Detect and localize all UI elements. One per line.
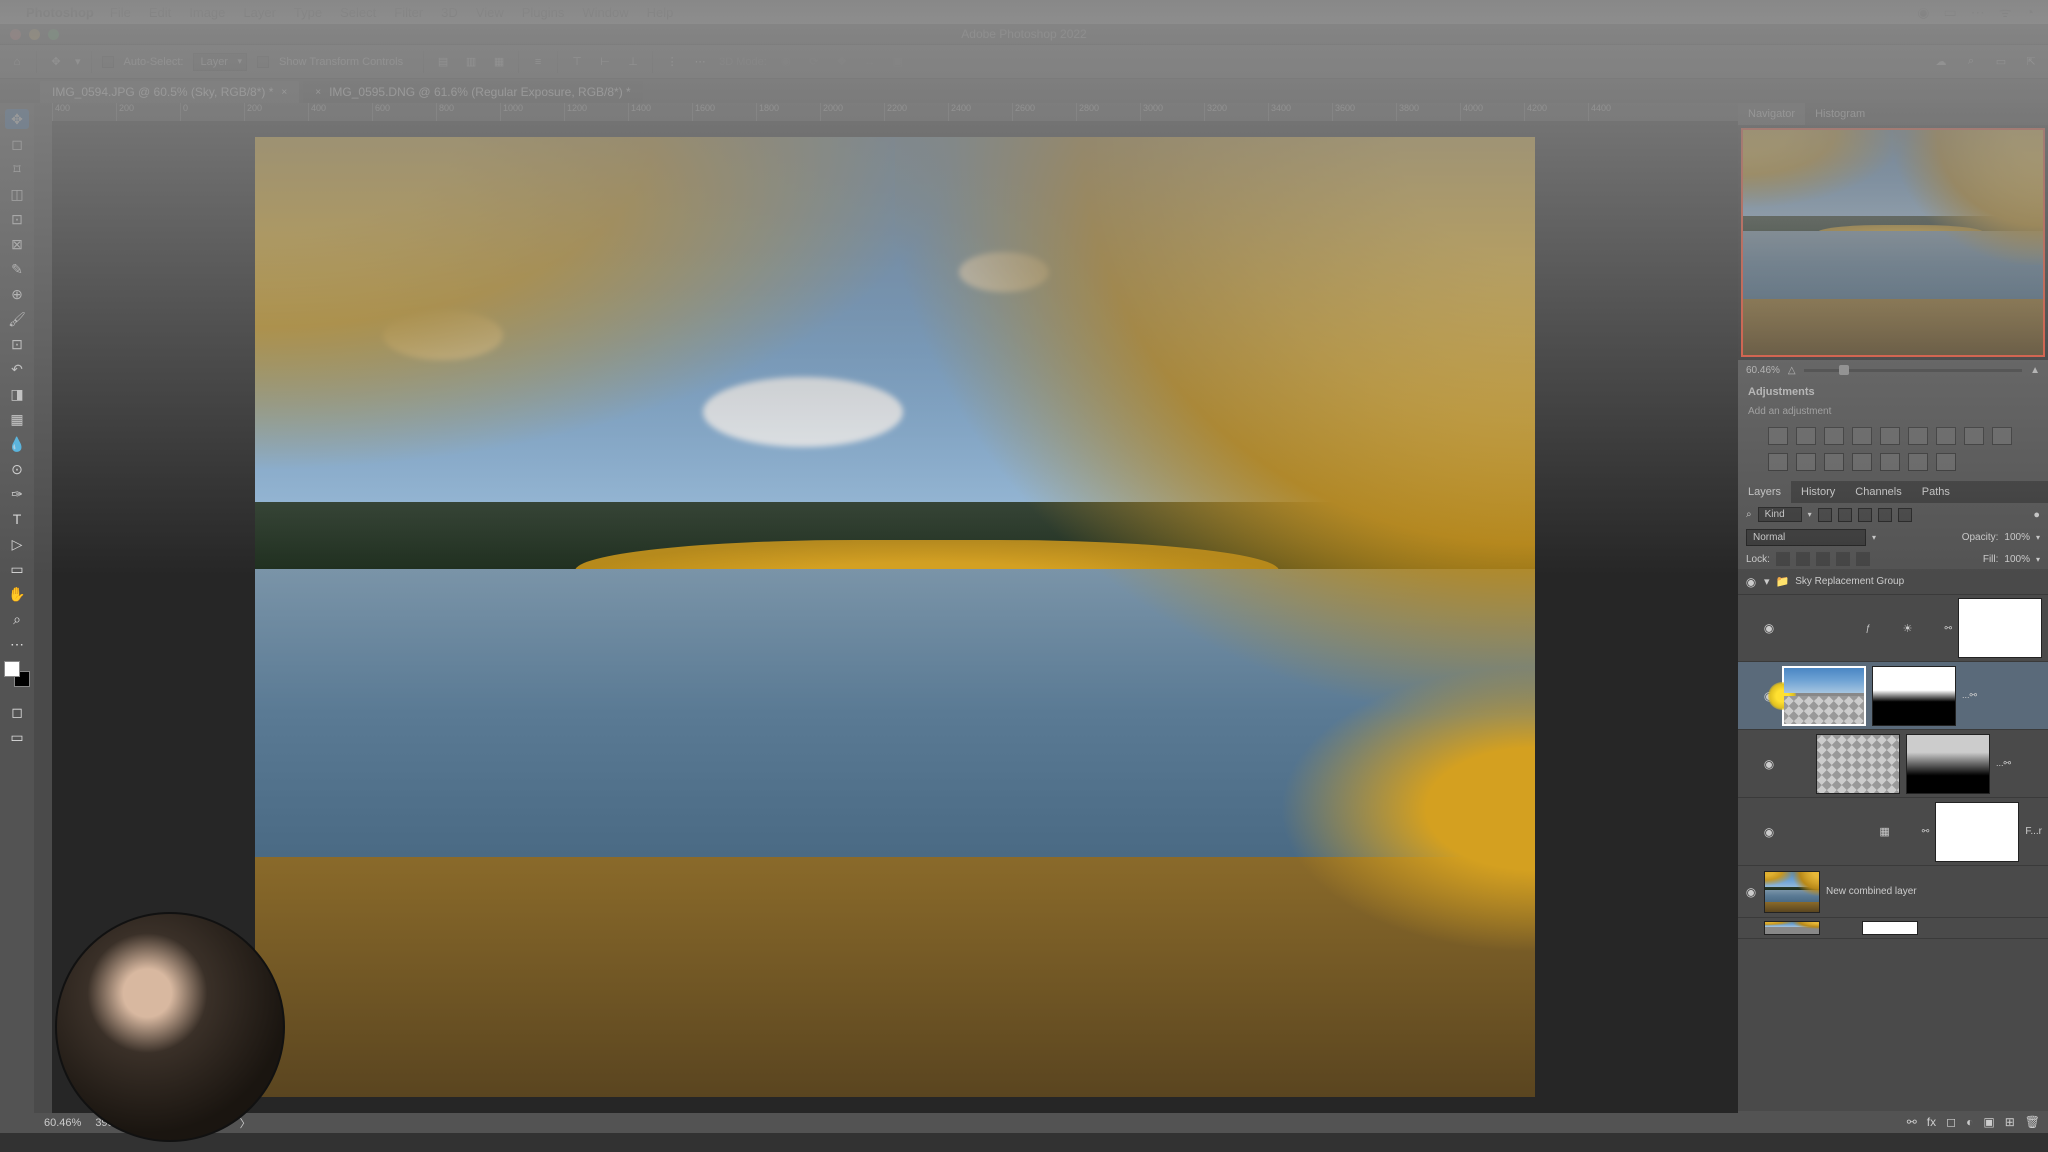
visibility-toggle[interactable]: ◉ (1762, 825, 1776, 839)
layer-combined-row[interactable]: ◉ New combined layer (1738, 866, 2048, 918)
layer-brightness-row[interactable]: ◉ ƒ ☀ ⚯ (1738, 595, 2048, 662)
screen-mode-tool[interactable]: ▭ (5, 727, 29, 747)
link-icon: ⚯ (1944, 623, 1952, 634)
layer-edge-row[interactable]: ◉ ...⚯ (1738, 730, 2048, 798)
foreground-background-colors[interactable] (4, 661, 30, 687)
status-flyout-icon[interactable]: 〉 (240, 1115, 251, 1131)
webcam-overlay (55, 912, 285, 1142)
brightness-icon: ☀ (1903, 622, 1913, 635)
edit-toolbar-icon[interactable]: ⋯ (5, 634, 29, 654)
layer-mask-thumbnail[interactable] (1958, 598, 2042, 658)
new-layer-icon[interactable]: ⊞ (2005, 1115, 2015, 1129)
status-bar: 60.46% 3990 px x 2994 px (72 ppi) 〉 (34, 1113, 1738, 1133)
layer-mask-thumbnail[interactable] (1935, 802, 2019, 862)
layer-thumbnail[interactable] (1782, 666, 1866, 726)
link-icon: ⚯ (1922, 826, 1930, 837)
visibility-toggle[interactable]: ◉ (1762, 689, 1776, 703)
add-mask-icon[interactable]: ◻ (1946, 1115, 1956, 1129)
delete-layer-icon[interactable]: 🗑 (2025, 1115, 2040, 1129)
panels-area: Navigator Histogram 60.46% △ ▲ Adjustmen… (1738, 103, 2048, 1133)
zoom-tool[interactable]: ⌕ (5, 609, 29, 629)
layer-name: F...r (2025, 826, 2042, 837)
quickmask-tool[interactable]: ◻ (5, 702, 29, 722)
visibility-toggle[interactable]: ◉ (1762, 757, 1776, 771)
visibility-toggle[interactable]: ◉ (1744, 885, 1758, 899)
layers-list[interactable]: ◉ ▾ 📁 Sky Replacement Group ◉ ƒ ☀ ⚯ ◉ (1738, 569, 2048, 1111)
layer-sky-row[interactable]: ◉ ...⚯ (1738, 662, 2048, 730)
visibility-toggle[interactable]: ◉ (1744, 575, 1758, 589)
layer-thumbnail[interactable] (1764, 871, 1820, 913)
new-group-icon[interactable]: ▣ (1983, 1115, 1994, 1129)
link-icon[interactable]: ...⚯ (1962, 690, 1977, 701)
folder-icon: 📁 (1776, 575, 1790, 588)
layer-mask-thumbnail[interactable] (1872, 666, 1956, 726)
layer-mask-thumbnail[interactable] (1906, 734, 1990, 794)
hand-tool[interactable]: ✋ (5, 584, 29, 604)
link-layers-icon[interactable]: ⚯ (1907, 1115, 1917, 1129)
layer-thumbnail[interactable] (1764, 921, 1820, 935)
zoom-level[interactable]: 60.46% (44, 1117, 81, 1129)
new-adjustment-icon[interactable]: ◐ (1966, 1115, 1973, 1129)
layer-name[interactable]: New combined layer (1826, 886, 1917, 897)
layer-fx-icon[interactable]: fx (1927, 1115, 1936, 1129)
fx-icon: ƒ (1866, 623, 1871, 633)
layer-mask-thumbnail[interactable] (1862, 921, 1918, 935)
layer-name[interactable]: Sky Replacement Group (1795, 576, 1904, 587)
arrow-down-icon[interactable]: ▾ (1764, 575, 1770, 588)
layers-panel: Layers History Channels Paths ⌕ Kind ▾ ●… (1738, 481, 2048, 1133)
layer-thumbnail[interactable] (1816, 734, 1900, 794)
visibility-toggle[interactable]: ◉ (1762, 621, 1776, 635)
link-icon[interactable]: ...⚯ (1996, 758, 2011, 769)
layer-adjustment-row[interactable]: ◉ ▦ ⚯ F...r (1738, 798, 2048, 866)
layer-partial-row[interactable] (1738, 918, 2048, 939)
adjustment-icon: ▦ (1879, 825, 1889, 838)
visibility-toggle[interactable] (1744, 921, 1758, 935)
